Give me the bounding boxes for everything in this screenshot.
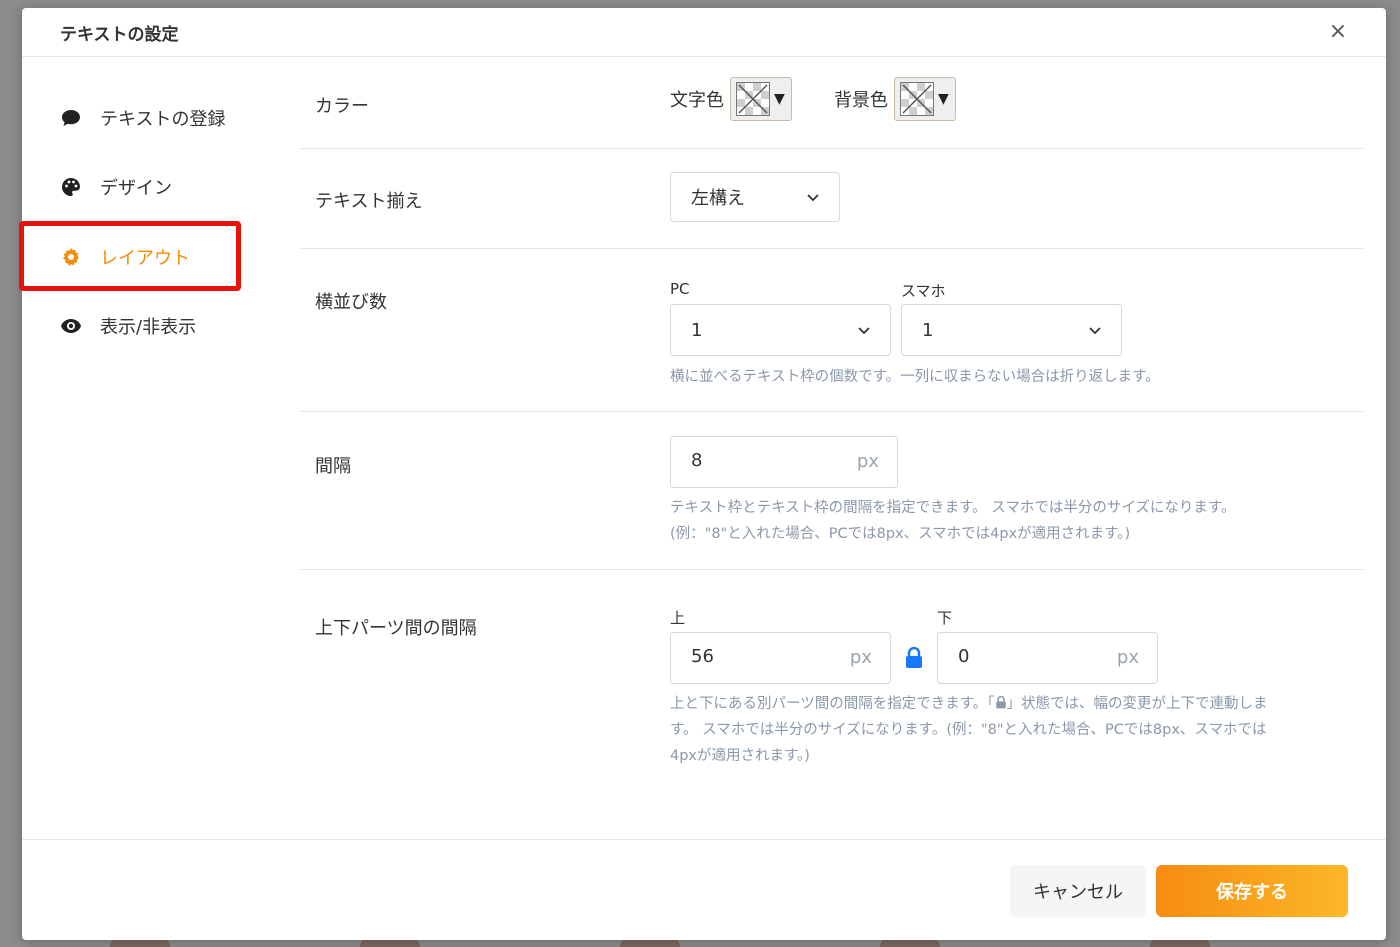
sidebar-item-label: レイアウト xyxy=(100,248,190,269)
parts-gap-section: 上下パーツ間の間隔 上 下 56 px 0 px 上と下にある別パーツ間の間隔を… xyxy=(300,569,1363,829)
sidebar-item-text-register[interactable]: テキストの登録 xyxy=(60,106,225,130)
gap-unit: px xyxy=(856,451,879,472)
text-color-group: 文字色 ▼ xyxy=(670,77,792,121)
text-color-picker[interactable]: ▼ xyxy=(730,77,792,121)
cancel-button[interactable]: キャンセル xyxy=(1010,865,1146,917)
chevron-down-icon xyxy=(807,194,819,202)
parts-gap-hint-text: 上と下にある別パーツ間の間隔を指定できます。「 xyxy=(670,696,995,712)
chevron-down-icon xyxy=(1089,327,1101,335)
dropdown-arrow-icon: ▼ xyxy=(938,91,949,107)
transparent-swatch-icon xyxy=(736,82,770,116)
gap-value: 8 xyxy=(691,450,703,471)
comment-icon xyxy=(60,107,82,129)
gap-input[interactable]: 8 px xyxy=(670,436,898,488)
dropdown-arrow-icon: ▼ xyxy=(774,91,785,107)
lock-icon xyxy=(995,695,1006,709)
bottom-gap-input[interactable]: 0 px xyxy=(937,632,1158,684)
dialog-header: テキストの設定 × xyxy=(22,8,1386,57)
columns-section: 横並び数 PC スマホ 1 1 横に並べるテキスト枠の個数です。一列に収まらない… xyxy=(300,248,1363,412)
parts-gap-label: 上下パーツ間の間隔 xyxy=(315,618,477,639)
sidebar-item-label: 表示/非表示 xyxy=(100,317,197,338)
sidebar-item-visibility[interactable]: 表示/非表示 xyxy=(60,314,196,338)
bottom-gap-value: 0 xyxy=(958,646,970,667)
transparent-swatch-icon xyxy=(900,82,934,116)
top-gap-input[interactable]: 56 px xyxy=(670,632,891,684)
sidebar-item-label: テキストの登録 xyxy=(100,109,226,130)
sp-columns-value: 1 xyxy=(922,319,934,341)
sp-columns-label: スマホ xyxy=(901,282,946,300)
sidebar-item-layout[interactable]: レイアウト xyxy=(60,245,190,269)
sidebar-item-design[interactable]: デザイン xyxy=(60,175,172,199)
sidebar-item-label: デザイン xyxy=(100,178,172,199)
parts-gap-hint-line2: す。 スマホでは半分のサイズになります。(例："8"と入れた場合、PCでは8px… xyxy=(670,722,1267,738)
text-align-section: テキスト揃え 左構え xyxy=(300,148,1363,249)
color-label: カラー xyxy=(315,96,369,117)
dialog-title: テキストの設定 xyxy=(60,25,179,45)
parts-gap-hint-line3: 4pxが適用されます。) xyxy=(670,748,810,764)
gap-hint-line2: (例："8"と入れた場合、PCでは8px、スマホでは4pxが適用されます。) xyxy=(670,526,1131,542)
text-align-select[interactable]: 左構え xyxy=(670,172,840,222)
color-section: カラー 文字色 ▼ 背景色 ▼ xyxy=(300,56,1363,149)
save-button[interactable]: 保存する xyxy=(1156,865,1348,917)
palette-icon xyxy=(60,176,82,198)
close-button[interactable]: × xyxy=(1324,18,1352,46)
pc-columns-select[interactable]: 1 xyxy=(670,304,891,356)
bottom-gap-label: 下 xyxy=(937,609,953,627)
dialog-footer: キャンセル 保存する xyxy=(22,839,1386,941)
bg-color-picker[interactable]: ▼ xyxy=(894,77,956,121)
top-gap-value: 56 xyxy=(691,646,714,667)
text-color-label: 文字色 xyxy=(670,90,724,111)
chevron-down-icon xyxy=(858,327,870,335)
top-gap-label: 上 xyxy=(670,609,686,627)
eye-icon xyxy=(60,315,82,337)
columns-label: 横並び数 xyxy=(315,292,387,313)
bg-color-group: 背景色 ▼ xyxy=(834,77,956,121)
text-align-label: テキスト揃え xyxy=(315,191,423,212)
gap-section: 間隔 8 px テキスト枠とテキスト枠の間隔を指定できます。 スマホでは半分のサ… xyxy=(300,411,1363,570)
text-settings-dialog: テキストの設定 × テキストの登録 デザイン レイアウト 表示/非表示 カラー … xyxy=(19,8,1386,941)
parts-gap-hint-line1: 上と下にある別パーツ間の間隔を指定できます。「 」状態では、幅の変更が上下で連動し… xyxy=(670,691,1268,717)
top-gap-unit: px xyxy=(849,647,872,668)
parts-gap-hint-text: 」状態では、幅の変更が上下で連動しま xyxy=(1006,696,1268,712)
gear-icon xyxy=(60,246,82,268)
lock-icon[interactable] xyxy=(904,647,924,669)
bottom-gap-unit: px xyxy=(1116,647,1139,668)
gap-hint-line1: テキスト枠とテキスト枠の間隔を指定できます。 スマホでは半分のサイズになります。 xyxy=(670,500,1236,516)
text-align-value: 左構え xyxy=(691,188,745,209)
sp-columns-select[interactable]: 1 xyxy=(901,304,1122,356)
bg-color-label: 背景色 xyxy=(834,90,888,111)
gap-label: 間隔 xyxy=(315,456,351,477)
pc-columns-label: PC xyxy=(670,280,690,298)
columns-hint: 横に並べるテキスト枠の個数です。一列に収まらない場合は折り返します。 xyxy=(670,369,1160,385)
pc-columns-value: 1 xyxy=(691,319,703,341)
